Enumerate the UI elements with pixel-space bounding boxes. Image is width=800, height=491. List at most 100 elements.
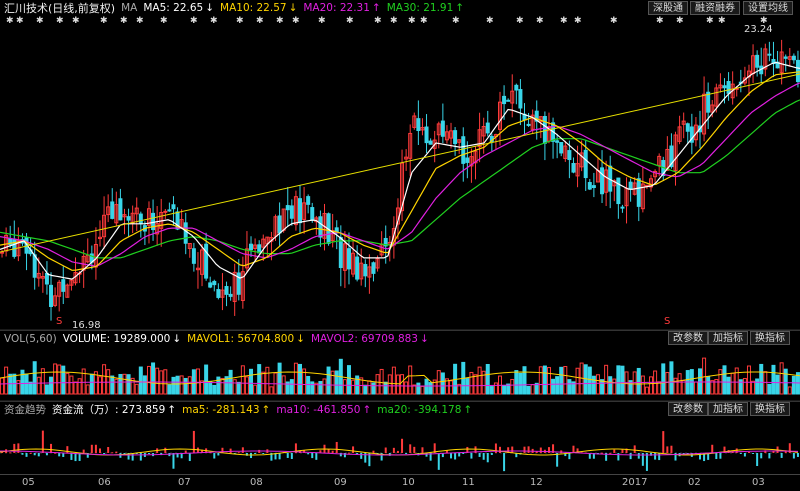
volume-bar xyxy=(16,380,21,395)
date-tick: 2017 xyxy=(622,477,648,488)
volume-bar xyxy=(346,365,351,395)
volume-bar xyxy=(477,366,482,395)
flow-bar xyxy=(352,446,355,453)
volume-bar xyxy=(236,381,241,395)
event-star-icon[interactable]: ✱ xyxy=(346,17,354,26)
candle-body xyxy=(32,254,37,278)
event-star-icon[interactable]: ✱ xyxy=(318,17,326,26)
event-star-icon[interactable]: ✱ xyxy=(72,17,80,26)
event-star-icon[interactable]: ✱ xyxy=(120,17,128,26)
vol-add-indicator-button[interactable]: 加指标 xyxy=(708,331,748,345)
volume-bar xyxy=(289,379,294,395)
volume-bar xyxy=(179,375,184,395)
event-star-icon[interactable]: ✱ xyxy=(706,17,714,26)
event-star-icon[interactable]: ✱ xyxy=(190,17,198,26)
flow-bar xyxy=(645,453,648,471)
event-star-icon[interactable]: ✱ xyxy=(516,17,524,26)
flow-bar xyxy=(792,453,795,459)
candle-body xyxy=(163,210,168,213)
volume-bar xyxy=(559,366,564,395)
volume-bar xyxy=(122,373,127,395)
event-star-icon[interactable]: ✱ xyxy=(390,17,398,26)
flow-add-indicator-button[interactable]: 加指标 xyxy=(708,402,748,416)
flow-bar xyxy=(347,452,350,454)
event-star-icon[interactable]: ✱ xyxy=(136,17,144,26)
set-ma-button[interactable]: 设置均线 xyxy=(743,1,793,15)
event-star-icon[interactable]: ✱ xyxy=(100,17,108,26)
event-star-icon[interactable]: ✱ xyxy=(236,17,244,26)
volume-bar xyxy=(767,383,772,395)
flow-switch-indicator-button[interactable]: 换指标 xyxy=(750,402,790,416)
event-star-icon[interactable]: ✱ xyxy=(420,17,428,26)
candle-body xyxy=(616,177,621,205)
volume-bar xyxy=(591,375,596,395)
event-star-icon[interactable]: ✱ xyxy=(676,17,684,26)
candle-body xyxy=(502,95,507,105)
event-star-icon[interactable]: ✱ xyxy=(408,17,416,26)
volume-bar xyxy=(640,375,645,395)
volume-bar xyxy=(722,365,727,395)
volume-bar xyxy=(167,384,172,395)
flow-bar xyxy=(290,453,293,459)
volume-bar xyxy=(726,376,731,395)
volume-bar xyxy=(449,380,454,395)
volume-bar xyxy=(249,368,254,395)
candle-body xyxy=(526,123,531,126)
candle-body xyxy=(183,222,188,244)
event-star-icon[interactable]: ✱ xyxy=(536,17,544,26)
event-star-icon[interactable]: ✱ xyxy=(292,17,300,26)
event-star-icon[interactable]: ✱ xyxy=(560,17,568,26)
flow-bar xyxy=(601,452,604,454)
volume-bar xyxy=(187,376,192,395)
event-star-icon[interactable]: ✱ xyxy=(36,17,44,26)
event-star-icon[interactable]: ✱ xyxy=(656,17,664,26)
margin-trading-button[interactable]: 融资融券 xyxy=(690,1,740,15)
volume-bar xyxy=(155,367,160,395)
event-star-icon[interactable]: ✱ xyxy=(718,17,726,26)
volume-bar xyxy=(698,368,702,395)
event-star-icon[interactable]: ✱ xyxy=(160,17,168,26)
volume-bar xyxy=(351,379,356,395)
mavol2-value: MAVOL2: 69709.883 xyxy=(310,332,418,345)
flow-bar xyxy=(254,453,257,454)
flow-bar xyxy=(747,451,750,453)
event-star-icon[interactable]: ✱ xyxy=(374,17,382,26)
flow-bar xyxy=(511,446,514,453)
candle-body xyxy=(428,140,433,145)
vol-edit-params-button[interactable]: 改参数 xyxy=(668,331,708,345)
flow-bar xyxy=(360,453,363,459)
volume-bar xyxy=(322,378,327,395)
hk-connect-button[interactable]: 深股通 xyxy=(648,1,688,15)
flow-bar xyxy=(241,447,244,453)
volume-bar xyxy=(32,361,37,395)
candle-body xyxy=(249,243,254,251)
flow-bar xyxy=(462,453,465,454)
event-star-icon[interactable]: ✱ xyxy=(574,17,582,26)
volume-bar xyxy=(228,369,233,395)
event-star-icon[interactable]: ✱ xyxy=(256,17,264,26)
event-star-icon[interactable]: ✱ xyxy=(610,17,618,26)
volume-bar xyxy=(791,375,796,395)
event-star-icon[interactable]: ✱ xyxy=(16,17,24,26)
candle-body xyxy=(726,81,731,94)
event-star-icon[interactable]: ✱ xyxy=(276,17,284,26)
event-star-icon[interactable]: ✱ xyxy=(210,17,218,26)
volume-bar xyxy=(77,378,82,395)
flow-edit-params-button[interactable]: 改参数 xyxy=(668,402,708,416)
volume-bar xyxy=(110,375,115,395)
event-star-icon[interactable]: ✱ xyxy=(486,17,494,26)
flow-bar xyxy=(450,453,453,459)
flow-bar xyxy=(437,453,440,470)
date-tick: 07 xyxy=(178,477,191,488)
event-star-icon[interactable]: ✱ xyxy=(6,17,14,26)
event-star-icon[interactable]: ✱ xyxy=(56,17,64,26)
volume-bar xyxy=(636,367,641,395)
event-star-icon[interactable]: ✱ xyxy=(452,17,460,26)
date-tick: 08 xyxy=(250,477,263,488)
flow-bar xyxy=(356,453,359,454)
flow-bar xyxy=(711,444,714,453)
vol-switch-indicator-button[interactable]: 换指标 xyxy=(750,331,790,345)
volume-bar xyxy=(751,380,756,395)
volume-bar xyxy=(665,372,670,395)
flow-bar xyxy=(115,451,118,453)
